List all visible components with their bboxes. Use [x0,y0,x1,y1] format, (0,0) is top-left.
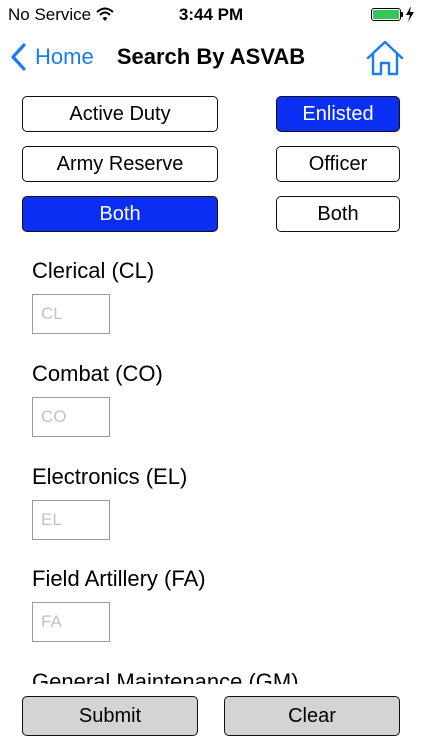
battery-icon [371,8,401,21]
combat-input[interactable] [32,397,110,437]
clerical-label: Clerical (CL) [32,258,155,283]
combat-label: Combat (CO) [32,361,163,386]
filter-component-both-button[interactable]: Both [22,196,218,232]
electronics-label: Electronics (EL) [32,464,188,489]
electronics-input[interactable] [32,500,110,540]
navigation-bar: Home Search By ASVAB [0,30,422,86]
action-bar: Submit Clear [0,684,422,750]
home-icon[interactable] [365,39,405,77]
clerical-input[interactable] [32,294,110,334]
filter-category-both-button[interactable]: Both [276,196,400,232]
submit-button[interactable]: Submit [22,696,198,736]
score-fields-list[interactable]: Clerical (CL) Combat (CO) Electronics (E… [0,244,422,684]
battery-tip [401,12,403,17]
general-maintenance-label: General Maintenance (GM) [32,669,299,684]
filter-active-duty-button[interactable]: Active Duty [22,96,218,132]
status-bar: No Service 3:44 PM [0,0,422,30]
filter-army-reserve-button[interactable]: Army Reserve [22,146,218,182]
clock-time: 3:44 PM [178,5,244,24]
field-artillery-label: Field Artillery (FA) [32,566,206,591]
page-title: Search By ASVAB [116,44,306,69]
clear-button[interactable]: Clear [224,696,400,736]
filter-officer-button[interactable]: Officer [276,146,400,182]
filter-enlisted-button[interactable]: Enlisted [276,96,400,132]
charging-bolt-icon [406,6,414,22]
field-artillery-input[interactable] [32,602,110,642]
